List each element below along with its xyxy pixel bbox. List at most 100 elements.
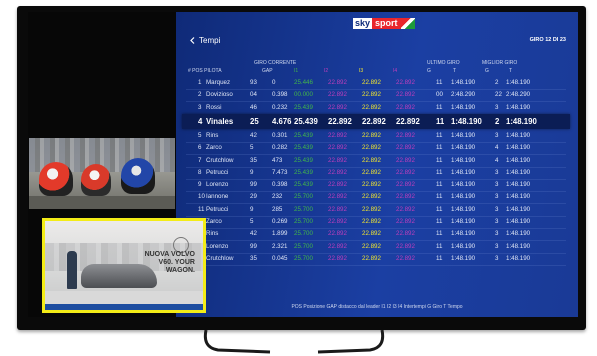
cell-i3: 22.892	[362, 79, 381, 86]
cell-bt: 1:48.190	[506, 144, 531, 152]
table-row[interactable]: 13Rins421.89925.70022.89222.89222.892111…	[186, 228, 566, 242]
table-row[interactable]: 5 Rins 42 0.301 25.439 22.892 22.892 22.892 11 1:…	[186, 130, 566, 143]
cell-i1: 25.439	[294, 103, 313, 111]
cell-bt: 1:48.190	[506, 230, 531, 238]
cell-pos: 8	[198, 168, 202, 176]
table-row[interactable]: 6 Zarco 5 0.282 25.439 22.892 22.892 22.892 11 1:…	[186, 142, 566, 156]
table-row[interactable]: 3 Rossi 46 0.232 25.439 22.892 22.892 22.892 11 1…	[186, 102, 566, 115]
cell-num: 9	[250, 205, 254, 213]
cell-pos: 11	[198, 205, 205, 213]
cell-i3: 22.892	[362, 144, 381, 152]
cell-num: 35	[250, 254, 257, 262]
col-g2: G	[485, 68, 489, 74]
cell-i4: 22.892	[396, 230, 415, 238]
cell-lg: 11	[436, 131, 443, 139]
cell-bt: 1:48.190	[506, 218, 531, 225]
cell-i3: 22.892	[362, 193, 381, 201]
cell-lt: 1:48.190	[451, 116, 482, 126]
cell-name: Lorenzo	[206, 242, 229, 250]
cell-lt: 1:48.190	[451, 79, 476, 86]
table-row[interactable]: 11 Petrucci 9 285 25.700 22.892 22.892 22.892 11…	[186, 204, 566, 217]
cell-bg: 22	[495, 91, 502, 99]
cell-lt: 1:48.190	[451, 181, 476, 189]
cell-gap: 0.398	[272, 181, 288, 189]
cell-pos: 9	[198, 181, 202, 189]
cell-i2: 22.892	[328, 218, 347, 225]
track-surface	[29, 196, 175, 209]
cell-lt: 1:48.190	[451, 156, 476, 164]
cell-i4: 22.892	[396, 116, 420, 126]
col-i2: I2	[324, 68, 329, 74]
cell-i3: 22.892	[362, 254, 381, 262]
cell-lt: 1:48.190	[451, 193, 476, 201]
cell-i3: 22.892	[362, 181, 381, 189]
cell-name: Zarco	[206, 144, 222, 152]
race-video-thumbnail[interactable]	[29, 138, 175, 209]
cell-pos: 1	[198, 79, 202, 86]
cell-bg: 3	[495, 254, 499, 262]
table-row[interactable]: 12Zarco50.26925.70022.89222.89222.892111…	[186, 216, 566, 229]
cell-i3: 22.892	[362, 218, 381, 225]
cell-lg: 11	[436, 156, 443, 164]
cell-gap: 0.301	[272, 131, 288, 139]
cell-bt: 2:48.290	[506, 91, 531, 99]
tv-screen: sky sport Tempi GIRO 12 DI 23 GIRO CORRE…	[28, 12, 578, 317]
rider-2	[81, 164, 111, 196]
cell-lg: 11	[436, 144, 443, 152]
cell-num: 04	[250, 91, 257, 99]
cell-i3: 22.892	[362, 156, 381, 164]
cell-bt: 1:48.190	[506, 156, 531, 164]
table-row[interactable]: 14Lorenzo992.32125.70022.89222.89222.892…	[186, 241, 566, 254]
table-row[interactable]: 10 Iannone 29 232 25.700 22.892 22.892 22.892 11…	[186, 191, 566, 205]
cell-lg: 11	[436, 242, 443, 250]
volvo-ad-overlay[interactable]: NUOVA VOLVO V60. YOUR WAGON.	[42, 218, 206, 313]
cell-pos: 5	[198, 131, 202, 139]
back-chevron-icon	[190, 37, 195, 44]
cell-lt: 1:48.190	[451, 131, 476, 139]
cell-i1: 25.439	[294, 144, 313, 152]
col-t: T	[453, 68, 457, 74]
rider-3	[121, 158, 155, 194]
table-row[interactable]: 4 Vinales 25 4.676 25.439 22.892 22.892 22.892 1…	[182, 113, 570, 129]
cell-gap: 0	[272, 79, 276, 86]
table-row[interactable]: 8 Petrucci 9 7.473 25.439 22.892 22.892 22.892 1…	[186, 167, 566, 180]
timing-panel: sky sport Tempi GIRO 12 DI 23 GIRO CORRE…	[176, 12, 578, 317]
cell-pos: 6	[198, 144, 202, 152]
col-ultimo-giro: ULTIMO GIRO	[427, 60, 460, 66]
cell-gap: 232	[272, 193, 283, 201]
cell-i2: 22.892	[328, 230, 347, 238]
cell-gap: 0.398	[272, 91, 288, 99]
cell-num: 42	[250, 230, 257, 238]
tv-stand-left	[203, 330, 271, 354]
back-button[interactable]: Tempi	[190, 36, 220, 45]
table-row[interactable]: 2 Dovizioso 04 0.398 00.000 22.892 22.892 22.89…	[186, 89, 566, 103]
col-miglior-giro: MIGLIOR GIRO	[482, 60, 518, 66]
brand-flag-icon	[400, 18, 415, 29]
cell-i2: 22.892	[328, 181, 347, 189]
cell-i4: 22.892	[396, 181, 415, 189]
table-row[interactable]: 7 Crutchlow 35 473 25.439 22.892 22.892 22.892 1…	[186, 155, 566, 168]
cell-bt: 1:48.190	[506, 116, 537, 126]
cell-name: Vinales	[206, 116, 234, 126]
cell-i1: 25.439	[294, 181, 313, 189]
cell-i3: 22.892	[362, 168, 381, 176]
table-row[interactable]: 9 Lorenzo 99 0.398 25.439 22.892 22.892 22.892 1…	[186, 179, 566, 193]
cell-i1: 25.439	[294, 131, 313, 139]
cell-lg: 11	[436, 168, 443, 176]
cell-name: Rins	[206, 131, 219, 139]
cell-bt: 1:48.190	[506, 181, 531, 189]
table-row[interactable]: 1 Marquez 93 0 25.446 22.892 22.892 22.892 11 1:4…	[186, 77, 566, 90]
cell-gap: 4.676	[272, 116, 292, 126]
table-row[interactable]: 15Crutchlow350.04525.70022.89222.89222.8…	[186, 253, 566, 266]
cell-bg: 2	[495, 116, 500, 126]
cell-lg: 11	[436, 254, 443, 262]
cell-i1: 25.439	[294, 116, 318, 126]
cell-i1: 25.439	[294, 168, 313, 176]
cell-i1: 25.446	[294, 79, 313, 86]
cell-bt: 1:48.190	[506, 168, 531, 176]
cell-i2: 22.892	[328, 168, 347, 176]
brand-sky: sky	[353, 18, 373, 29]
cell-lt: 1:48.190	[451, 242, 476, 250]
cell-lt: 1:48.190	[451, 218, 476, 225]
cell-num: 42	[250, 131, 257, 139]
